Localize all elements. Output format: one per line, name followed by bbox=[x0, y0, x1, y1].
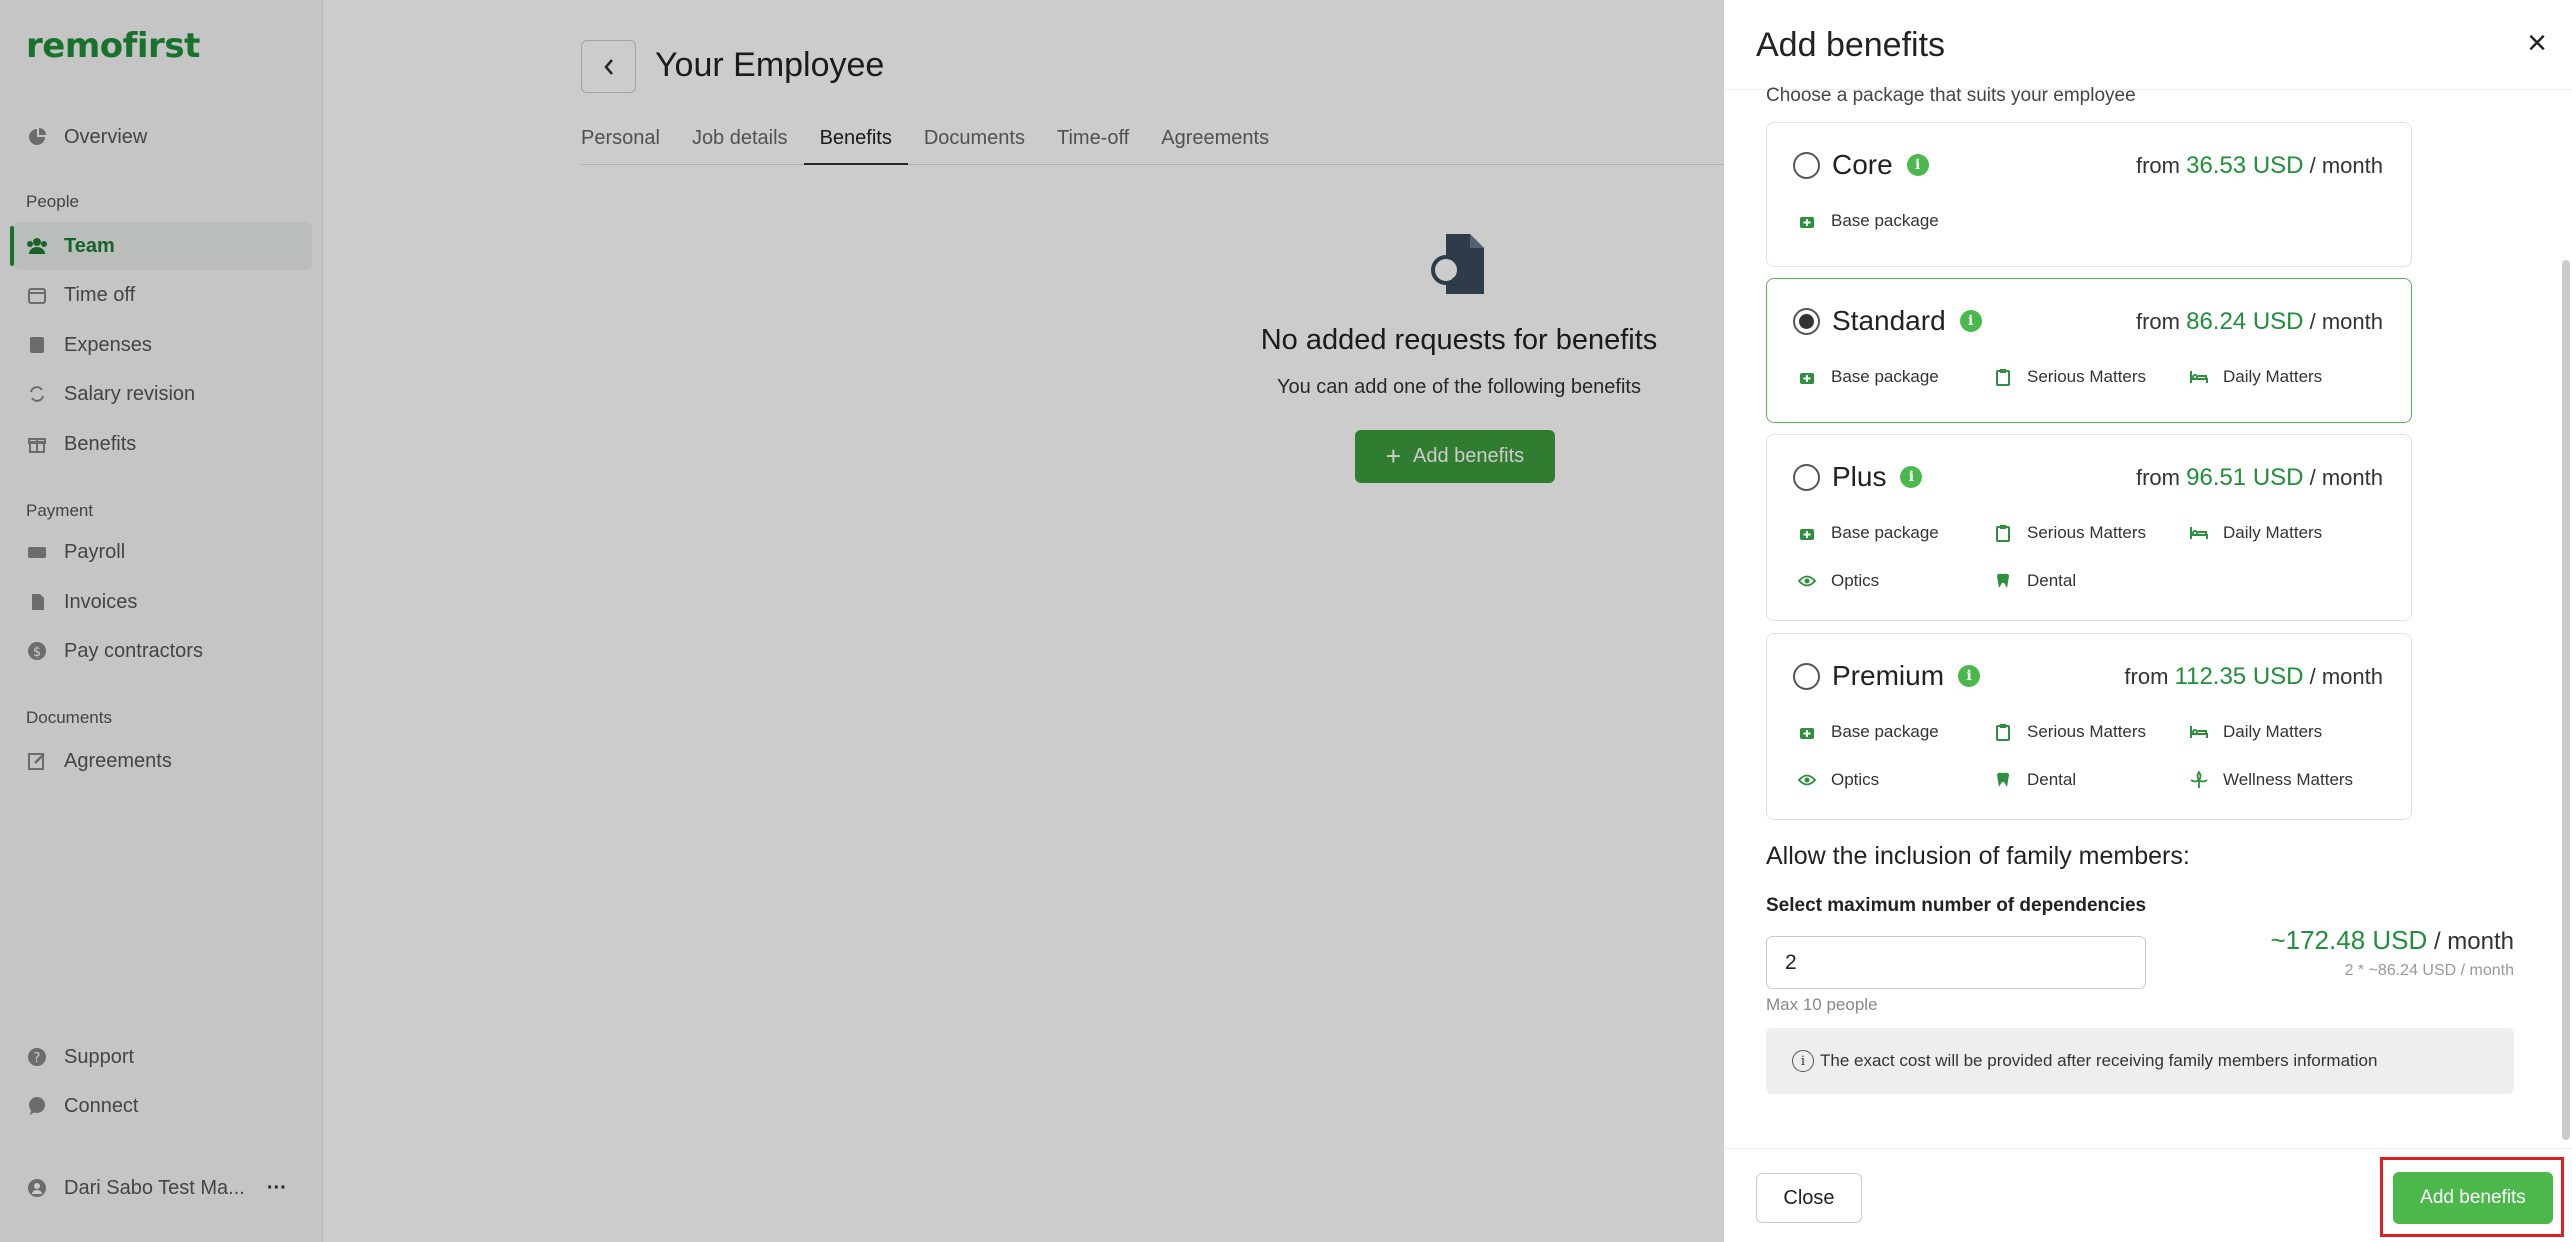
package-name: Premium bbox=[1832, 660, 1945, 691]
drawer-scrollbar[interactable] bbox=[2562, 260, 2570, 1140]
drawer-footer: Close Add benefits bbox=[1724, 1148, 2572, 1242]
tooth-icon bbox=[1993, 770, 2013, 790]
feature-item: Base package bbox=[1797, 523, 1939, 543]
feature-item: Optics bbox=[1797, 770, 1879, 790]
modal-overlay[interactable] bbox=[0, 0, 1724, 1242]
feature-item: Serious Matters bbox=[1993, 523, 2146, 543]
bed-icon bbox=[2189, 523, 2209, 543]
feature-item: Daily Matters bbox=[2189, 367, 2322, 387]
drawer-body: Choose a package that suits your employe… bbox=[1724, 80, 2572, 1148]
family-price: ~172.48 USD / month bbox=[2270, 925, 2514, 955]
close-button[interactable]: Close bbox=[1756, 1173, 1862, 1223]
info-icon[interactable]: i bbox=[1959, 310, 1982, 332]
info-outline-icon: i bbox=[1792, 1050, 1814, 1072]
feature-item: Base package bbox=[1797, 722, 1939, 742]
medkit-icon bbox=[1797, 211, 1817, 231]
package-price: from 112.35 USD / month bbox=[2124, 663, 2383, 690]
drawer-header: Add benefits × bbox=[1724, 0, 2572, 90]
package-price: from 86.24 USD / month bbox=[2135, 308, 2383, 335]
package-name: Core bbox=[1832, 149, 1893, 180]
max-people-note: Max 10 people bbox=[1766, 995, 1878, 1014]
notice-text: The exact cost will be provided after re… bbox=[1820, 1051, 2378, 1070]
package-price: from 96.51 USD / month bbox=[2135, 464, 2383, 491]
cost-notice: i The exact cost will be provided after … bbox=[1766, 1028, 2514, 1094]
dependencies-input[interactable] bbox=[1766, 936, 2146, 989]
feature-item: Daily Matters bbox=[2189, 722, 2322, 742]
feature-item: Dental bbox=[1993, 770, 2076, 790]
highlight-box: Add benefits bbox=[2380, 1157, 2564, 1237]
add-benefits-submit-button[interactable]: Add benefits bbox=[2393, 1172, 2553, 1224]
drawer-title: Add benefits bbox=[1756, 26, 1946, 64]
package-name: Plus bbox=[1832, 461, 1887, 492]
info-icon[interactable]: i bbox=[1906, 154, 1929, 176]
eye-icon bbox=[1797, 571, 1817, 591]
radio-core[interactable] bbox=[1793, 151, 1820, 179]
add-benefits-drawer: Add benefits × Choose a package that sui… bbox=[1724, 0, 2572, 1242]
bed-icon bbox=[2189, 367, 2209, 387]
wellness-icon bbox=[2189, 770, 2209, 790]
clipboard-icon bbox=[1993, 722, 2013, 742]
close-icon[interactable]: × bbox=[2520, 26, 2554, 60]
choose-package-text: Choose a package that suits your employe… bbox=[1766, 85, 2136, 106]
medkit-icon bbox=[1797, 367, 1817, 387]
bed-icon bbox=[2189, 722, 2209, 742]
info-icon[interactable]: i bbox=[1958, 665, 1981, 687]
radio-premium[interactable] bbox=[1793, 662, 1820, 690]
radio-standard[interactable] bbox=[1793, 307, 1820, 335]
dependencies-label: Select maximum number of dependencies bbox=[1766, 895, 2147, 916]
feature-item: Serious Matters bbox=[1993, 367, 2146, 387]
clipboard-icon bbox=[1993, 523, 2013, 543]
tooth-icon bbox=[1993, 571, 2013, 591]
clipboard-icon bbox=[1993, 367, 2013, 387]
feature-item: Wellness Matters bbox=[2189, 770, 2353, 790]
feature-item: Base package bbox=[1797, 367, 1939, 387]
package-standard[interactable]: Standard i from 86.24 USD / month Base p… bbox=[1766, 278, 2412, 423]
feature-item: Base package bbox=[1797, 211, 1939, 231]
radio-plus[interactable] bbox=[1793, 463, 1820, 491]
package-price: from 36.53 USD / month bbox=[2135, 152, 2383, 179]
package-core[interactable]: Core i from 36.53 USD / month Base packa… bbox=[1766, 122, 2412, 267]
package-premium[interactable]: Premium i from 112.35 USD / month Base p… bbox=[1766, 633, 2412, 820]
family-members-title: Allow the inclusion of family members: bbox=[1766, 842, 2190, 870]
feature-item: Serious Matters bbox=[1993, 722, 2146, 742]
info-icon[interactable]: i bbox=[1900, 466, 1923, 488]
feature-item: Optics bbox=[1797, 571, 1879, 591]
feature-item: Dental bbox=[1993, 571, 2076, 591]
package-name: Standard bbox=[1832, 305, 1946, 336]
medkit-icon bbox=[1797, 722, 1817, 742]
family-price-calc: 2 * ~86.24 USD / month bbox=[2344, 962, 2514, 979]
eye-icon bbox=[1797, 770, 1817, 790]
medkit-icon bbox=[1797, 523, 1817, 543]
feature-item: Daily Matters bbox=[2189, 523, 2322, 543]
package-plus[interactable]: Plus i from 96.51 USD / month Base packa… bbox=[1766, 434, 2412, 621]
